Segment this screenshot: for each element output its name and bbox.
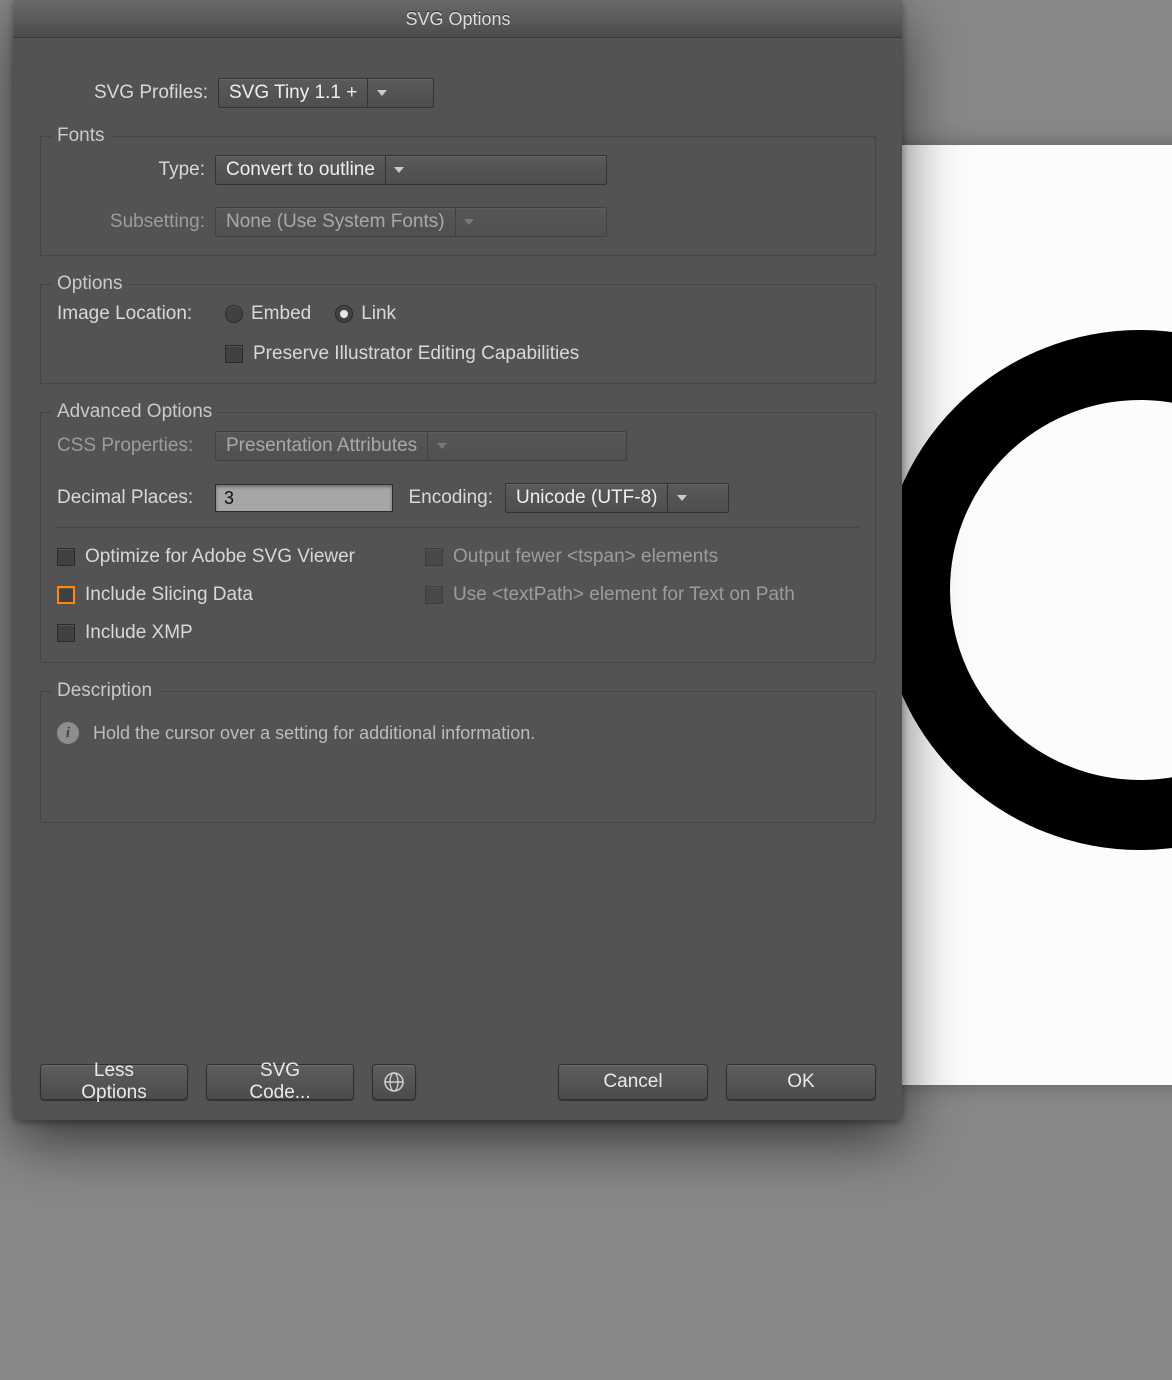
css-properties-label: CSS Properties: — [57, 435, 215, 457]
include-xmp-label: Include XMP — [85, 622, 193, 644]
output-fewer-tspan-label: Output fewer <tspan> elements — [453, 546, 718, 568]
encoding-value: Unicode (UTF-8) — [506, 484, 667, 512]
svg-profiles-label: SVG Profiles: — [40, 82, 218, 104]
ok-button[interactable]: OK — [726, 1064, 876, 1100]
description-group: Description i Hold the cursor over a set… — [40, 691, 876, 823]
advanced-legend: Advanced Options — [51, 401, 218, 423]
chevron-down-icon — [455, 208, 483, 236]
checkbox-icon — [425, 586, 443, 604]
include-slicing-data-label: Include Slicing Data — [85, 584, 253, 606]
decimal-places-label: Decimal Places: — [57, 487, 215, 509]
radio-embed-label: Embed — [251, 303, 311, 325]
svg-profiles-value: SVG Tiny 1.1 + — [219, 79, 367, 107]
include-xmp-checkbox[interactable]: Include XMP — [57, 622, 193, 644]
checkbox-icon — [57, 624, 75, 642]
font-type-select[interactable]: Convert to outline — [215, 155, 607, 185]
advanced-options-group: Advanced Options CSS Properties: Present… — [40, 412, 876, 663]
description-text: Hold the cursor over a setting for addit… — [93, 723, 535, 744]
image-location-link-radio[interactable]: Link — [335, 303, 396, 325]
chevron-down-icon — [385, 156, 413, 184]
svg-profiles-row: SVG Profiles: SVG Tiny 1.1 + — [40, 78, 876, 108]
css-properties-select: Presentation Attributes — [215, 431, 627, 461]
svg-code-button[interactable]: SVG Code... — [206, 1064, 354, 1100]
checkbox-icon — [225, 345, 243, 363]
svg-options-dialog: SVG Options SVG Profiles: SVG Tiny 1.1 +… — [14, 0, 902, 1120]
svg-profiles-select[interactable]: SVG Tiny 1.1 + — [218, 78, 434, 108]
checkbox-icon — [57, 586, 75, 604]
font-type-value: Convert to outline — [216, 156, 385, 184]
decimal-places-input[interactable] — [215, 484, 393, 512]
encoding-select[interactable]: Unicode (UTF-8) — [505, 483, 729, 513]
fonts-group: Fonts Type: Convert to outline Subsettin… — [40, 136, 876, 256]
use-textpath-label: Use <textPath> element for Text on Path — [453, 584, 795, 606]
include-slicing-data-checkbox[interactable]: Include Slicing Data — [57, 584, 425, 606]
image-location-embed-radio[interactable]: Embed — [225, 303, 311, 325]
divider — [57, 527, 859, 528]
radio-icon — [225, 305, 243, 323]
preserve-capabilities-label: Preserve Illustrator Editing Capabilitie… — [253, 343, 579, 365]
options-group: Options Image Location: Embed Link Prese… — [40, 284, 876, 384]
fonts-legend: Fonts — [51, 125, 111, 147]
chevron-down-icon — [667, 484, 695, 512]
radio-icon — [335, 305, 353, 323]
optimize-svg-viewer-label: Optimize for Adobe SVG Viewer — [85, 546, 355, 568]
optimize-svg-viewer-checkbox[interactable]: Optimize for Adobe SVG Viewer — [57, 546, 425, 568]
font-subsetting-value: None (Use System Fonts) — [216, 208, 455, 236]
checkbox-icon — [425, 548, 443, 566]
info-icon: i — [57, 722, 79, 744]
use-textpath-checkbox: Use <textPath> element for Text on Path — [425, 584, 795, 606]
image-location-label: Image Location: — [57, 303, 225, 325]
css-properties-value: Presentation Attributes — [216, 432, 427, 460]
chevron-down-icon — [367, 79, 395, 107]
encoding-label: Encoding: — [393, 487, 505, 509]
dialog-title: SVG Options — [14, 0, 902, 38]
output-fewer-tspan-checkbox: Output fewer <tspan> elements — [425, 546, 718, 568]
web-preview-button[interactable] — [372, 1064, 416, 1100]
preserve-capabilities-checkbox[interactable]: Preserve Illustrator Editing Capabilitie… — [225, 343, 579, 365]
font-subsetting-select: None (Use System Fonts) — [215, 207, 607, 237]
cancel-button[interactable]: Cancel — [558, 1064, 708, 1100]
globe-icon — [383, 1071, 405, 1093]
options-legend: Options — [51, 273, 128, 295]
less-options-button[interactable]: Less Options — [40, 1064, 188, 1100]
chevron-down-icon — [427, 432, 455, 460]
radio-link-label: Link — [361, 303, 396, 325]
description-legend: Description — [51, 680, 158, 702]
font-type-label: Type: — [57, 159, 215, 181]
checkbox-icon — [57, 548, 75, 566]
font-subsetting-label: Subsetting: — [57, 211, 215, 233]
dialog-footer: Less Options SVG Code... Cancel OK — [40, 1030, 876, 1100]
